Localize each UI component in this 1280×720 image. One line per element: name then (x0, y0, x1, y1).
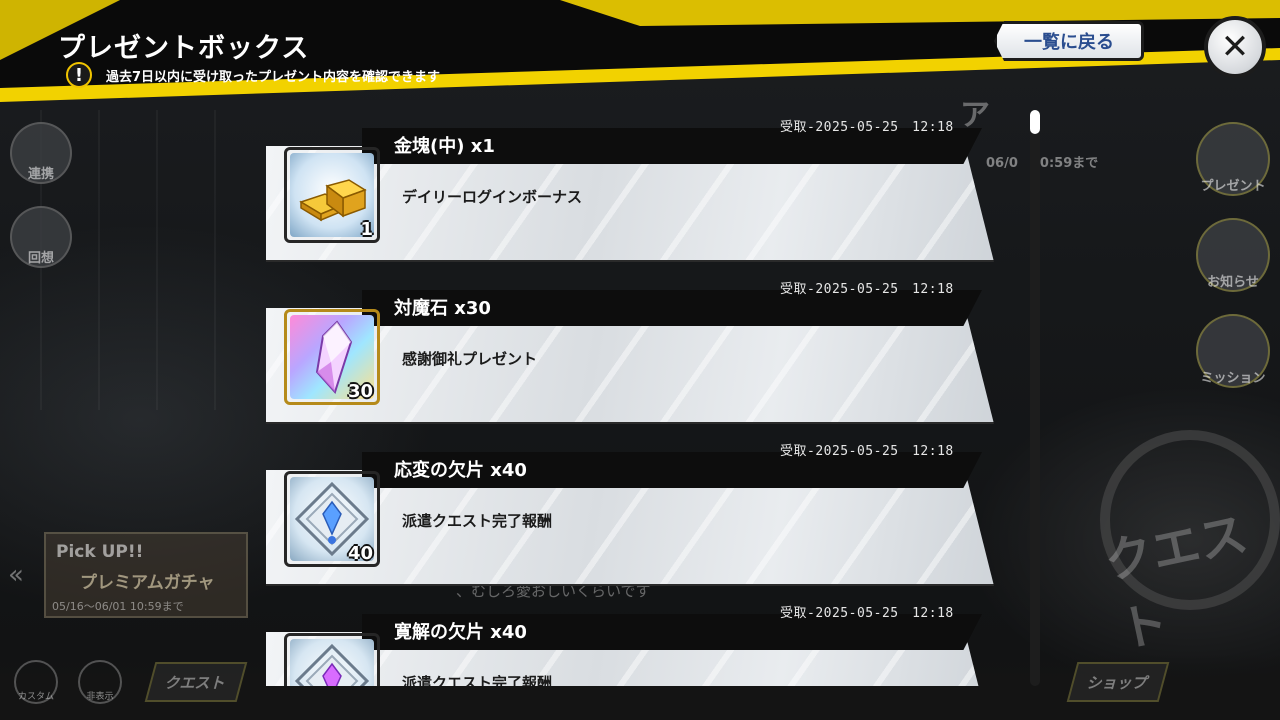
received-date: 受取-2025-05-25 12:18 (780, 606, 954, 621)
item-source: 感謝御礼プレゼント (402, 350, 538, 368)
item-thumbnail: 1 (284, 147, 380, 243)
received-date: 受取-2025-05-25 12:18 (780, 282, 954, 297)
scrollbar-thumb[interactable] (1030, 110, 1040, 134)
side-menu-left: 連携 回想 (10, 122, 72, 290)
side-right-item: プレゼント (1196, 122, 1270, 196)
scrollbar-track[interactable] (1030, 110, 1040, 686)
page-title: プレゼントボックス (58, 33, 310, 64)
item-source: 派遣クエスト完了報酬 (402, 512, 553, 530)
nav-tab-shop: ショップ (1066, 662, 1170, 702)
present-item[interactable]: 受取-2025-05-25 12:18 対魔石 x30 感謝御礼プレゼント 30 (262, 272, 1002, 432)
received-date: 受取-2025-05-25 12:18 (780, 444, 954, 459)
item-thumbnail: 30 (284, 309, 380, 405)
warning-icon: ! (66, 62, 92, 88)
back-to-list-button[interactable]: 一覧に戻る (994, 21, 1144, 61)
item-count: 30 (347, 381, 373, 402)
side-left-item: 連携 (10, 122, 72, 184)
chevron-left-icon: « (8, 560, 24, 590)
pickup-date: 05/16～06/01 10:59まで (52, 600, 184, 613)
item-name: 金塊(中) x1 (394, 136, 495, 157)
item-thumbnail: 40 (284, 471, 380, 567)
side-left-item: 回想 (10, 206, 72, 268)
notice-text: 過去7日以内に受け取ったプレゼント内容を確認できます (106, 69, 441, 85)
item-name: 応変の欠片 x40 (394, 460, 527, 481)
item-count: 40 (347, 543, 373, 564)
pickup-title: Pick UP!! (56, 542, 144, 562)
side-right-item: お知らせ (1196, 218, 1270, 292)
received-date: 受取-2025-05-25 12:18 (780, 120, 954, 135)
item-name: 寛解の欠片 x40 (394, 622, 527, 643)
nav-tab-quest: クエスト (144, 662, 248, 702)
notice: ! 過去7日以内に受け取ったプレゼント内容を確認できます (66, 62, 440, 88)
hide-icon: 非表示 (78, 660, 122, 704)
present-item[interactable]: 受取-2025-05-25 12:18 応変の欠片 x40 派遣クエスト完了報酬… (262, 434, 1002, 594)
item-source: デイリーログインボーナス (402, 188, 583, 206)
item-name: 対魔石 x30 (394, 298, 491, 319)
present-item[interactable]: 受取-2025-05-25 12:18 寛解の欠片 x40 派遣クエスト完了報酬… (262, 596, 1002, 686)
present-list[interactable]: 受取-2025-05-25 12:18 金塊(中) x1 デイリーログインボーナ… (262, 110, 1022, 686)
item-count: 1 (360, 219, 373, 240)
present-item[interactable]: 受取-2025-05-25 12:18 金塊(中) x1 デイリーログインボーナ… (262, 110, 1002, 270)
item-source: 派遣クエスト完了報酬 (402, 674, 553, 686)
close-icon: ✕ (1220, 27, 1250, 67)
item-thumbnail: 40 (284, 633, 380, 686)
side-menu-right: プレゼント お知らせ ミッション (1196, 122, 1270, 410)
fragment-icon (294, 643, 370, 686)
pickup-subtitle: プレミアムガチャ (80, 573, 215, 593)
side-right-item: ミッション (1196, 314, 1270, 388)
close-button[interactable]: ✕ (1204, 16, 1266, 78)
custom-icon: カスタム (14, 660, 58, 704)
pickup-banner: Pick UP!! プレミアムガチャ 05/16～06/01 10:59まで (44, 532, 248, 618)
